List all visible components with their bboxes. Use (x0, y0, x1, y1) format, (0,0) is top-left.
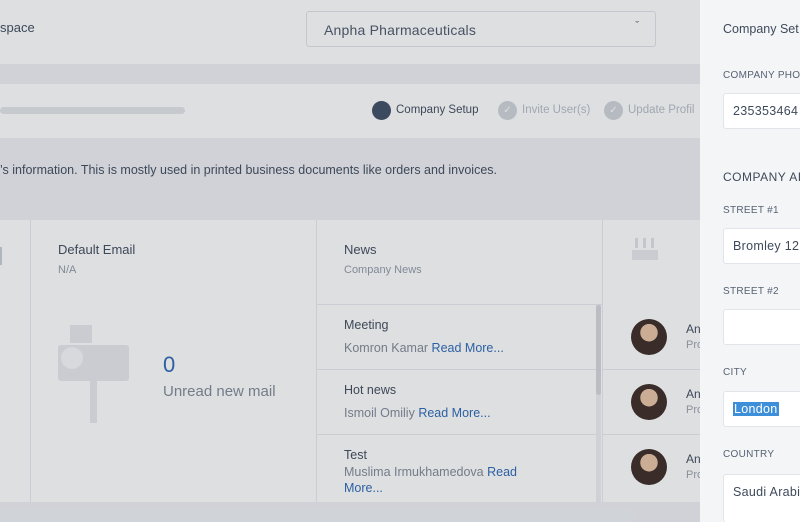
selected-text: London (733, 402, 779, 416)
modal-backdrop[interactable] (0, 0, 700, 522)
phone-label: COMPANY PHO (723, 70, 800, 81)
phone-field[interactable]: 235353464 (723, 93, 800, 129)
phone-value: 235353464 (733, 104, 799, 118)
city-field[interactable]: London (723, 391, 800, 427)
country-label: COUNTRY (723, 449, 775, 460)
street2-field[interactable] (723, 309, 800, 345)
street1-field[interactable]: Bromley 12 (723, 228, 800, 264)
country-value: Saudi Arabi (733, 485, 800, 499)
address-section-title: COMPANY AI (723, 170, 800, 184)
city-value: London (733, 402, 779, 416)
street1-value: Bromley 12 (733, 239, 800, 253)
city-label: CITY (723, 367, 747, 378)
company-setup-drawer: Company Set COMPANY PHO 235353464 COMPAN… (700, 0, 800, 522)
street1-label: STREET #1 (723, 205, 779, 216)
country-select[interactable]: Saudi Arabi (723, 474, 800, 522)
drawer-title: Company Set (723, 22, 799, 36)
street2-label: STREET #2 (723, 286, 779, 297)
